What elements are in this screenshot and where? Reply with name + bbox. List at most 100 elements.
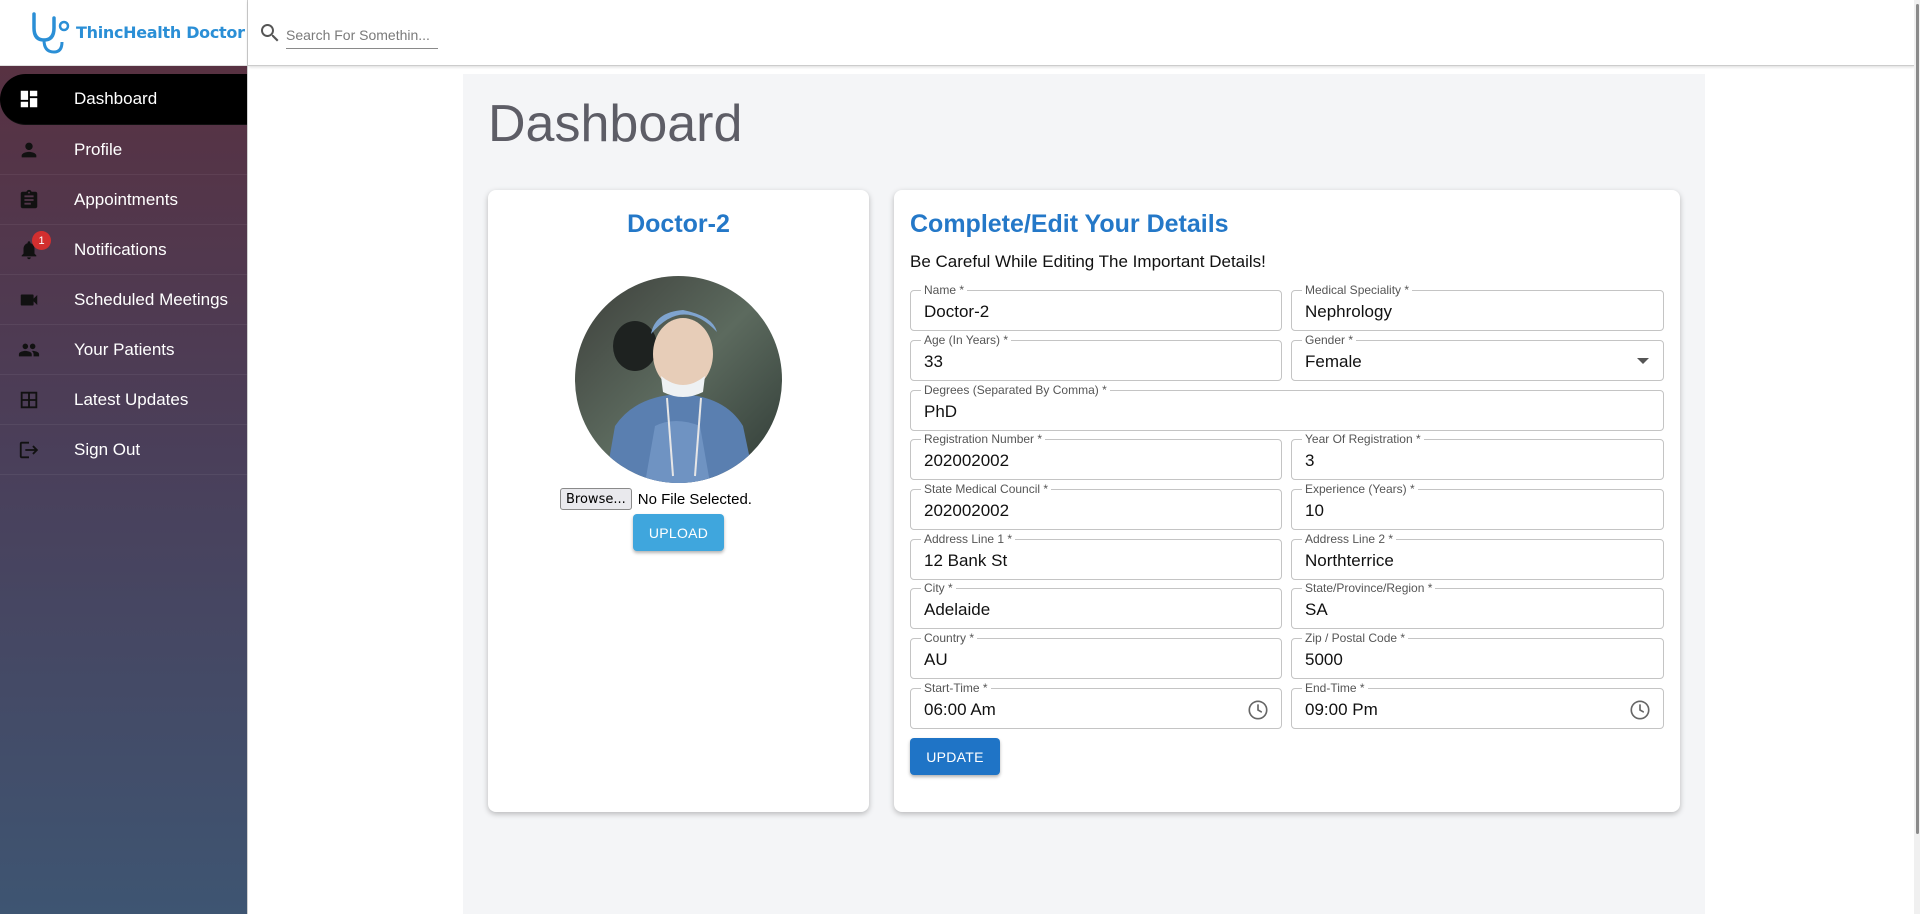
field-value: 10 [1305, 501, 1324, 520]
sidebar-item-sign-out[interactable]: Sign Out [0, 425, 247, 475]
field-value: 202002002 [924, 451, 1010, 470]
medical-speciality-field[interactable]: Medical Speciality * Nephrology [1291, 283, 1664, 331]
details-form-card: Complete/Edit Your Details Be Careful Wh… [894, 190, 1680, 812]
page-title: Dashboard [488, 95, 743, 153]
avatar [575, 276, 782, 483]
field-label: City * [921, 581, 956, 595]
degrees-field[interactable]: Degrees (Separated By Comma) * PhD [910, 383, 1664, 431]
video-camera-icon [18, 289, 40, 311]
field-value: 3 [1305, 451, 1315, 470]
registration-number-field[interactable]: Registration Number * 202002002 [910, 432, 1282, 480]
field-value: 5000 [1305, 650, 1343, 669]
field-value: Female [1305, 352, 1362, 371]
field-value: PhD [924, 402, 958, 421]
state-medical-council-field[interactable]: State Medical Council * 202002002 [910, 482, 1282, 530]
field-label: Country * [921, 631, 978, 645]
field-value: AU [924, 650, 948, 669]
address-line-1-field[interactable]: Address Line 1 * 12 Bank St [910, 532, 1282, 580]
sidebar-item-latest-updates[interactable]: Latest Updates [0, 375, 247, 425]
field-label: Address Line 1 * [921, 532, 1016, 546]
sidebar-item-label: Notifications [74, 239, 167, 259]
field-label: Degrees (Separated By Comma) * [921, 383, 1110, 397]
people-icon [18, 339, 40, 361]
sidebar-item-notifications[interactable]: 1 Notifications [0, 225, 247, 275]
field-value: Northterrice [1305, 551, 1394, 570]
person-icon [18, 139, 40, 161]
search-input[interactable] [286, 22, 438, 49]
dashboard-icon [18, 88, 40, 110]
field-label: Year Of Registration * [1302, 432, 1424, 446]
stethoscope-logo-icon [32, 11, 70, 54]
field-value: SA [1305, 600, 1328, 619]
field-label: Medical Speciality * [1302, 283, 1413, 297]
field-label: Name * [921, 283, 968, 297]
sidebar-item-label: Appointments [74, 189, 178, 209]
field-value: 202002002 [924, 501, 1010, 520]
sidebar-item-label: Dashboard [74, 89, 158, 108]
field-value: 33 [924, 352, 943, 371]
update-button[interactable]: UPDATE [910, 738, 1000, 775]
file-picker: Browse... No File Selected. [560, 488, 752, 510]
top-bar [248, 0, 1915, 66]
registration-year-field[interactable]: Year Of Registration * 3 [1291, 432, 1664, 480]
logout-icon [18, 439, 40, 461]
upload-button[interactable]: UPLOAD [633, 514, 724, 551]
sidebar-item-appointments[interactable]: Appointments [0, 175, 247, 225]
field-label: Registration Number * [921, 432, 1046, 446]
field-value: Doctor-2 [924, 302, 990, 321]
brand-name: ThincHealth Doctor [76, 23, 245, 42]
state-field[interactable]: State/Province/Region * SA [1291, 581, 1664, 629]
name-field[interactable]: Name * Doctor-2 [910, 283, 1282, 331]
gender-select[interactable]: Gender * Female [1291, 333, 1664, 381]
field-label: Gender * [1302, 333, 1357, 347]
dropdown-arrow-icon [1637, 358, 1649, 364]
address-line-2-field[interactable]: Address Line 2 * Northterrice [1291, 532, 1664, 580]
experience-field[interactable]: Experience (Years) * 10 [1291, 482, 1664, 530]
field-label: End-Time * [1302, 681, 1368, 695]
field-value: 09:00 Pm [1305, 700, 1378, 719]
city-field[interactable]: City * Adelaide [910, 581, 1282, 629]
form-subtitle: Be Careful While Editing The Important D… [910, 252, 1266, 271]
browse-button[interactable]: Browse... [560, 488, 632, 510]
sidebar-nav: Dashboard Profile Appointments 1 Notific… [0, 74, 247, 475]
field-value: Adelaide [924, 600, 991, 619]
age-field[interactable]: Age (In Years) * 33 [910, 333, 1282, 381]
sidebar: ThincHealth Doctor Dashboard Profile App… [0, 0, 248, 914]
notification-badge: 1 [32, 231, 51, 250]
doctor-name: Doctor-2 [627, 210, 730, 238]
field-label: State/Province/Region * [1302, 581, 1436, 595]
sidebar-item-scheduled-meetings[interactable]: Scheduled Meetings [0, 275, 247, 325]
table-icon [18, 389, 40, 411]
sidebar-item-your-patients[interactable]: Your Patients [0, 325, 247, 375]
field-value: 06:00 Am [924, 700, 996, 719]
logo[interactable]: ThincHealth Doctor [0, 0, 247, 66]
sidebar-item-label: Latest Updates [74, 389, 189, 409]
sidebar-item-dashboard[interactable]: Dashboard [0, 74, 247, 125]
field-label: Zip / Postal Code * [1302, 631, 1409, 645]
form-title: Complete/Edit Your Details [910, 210, 1229, 238]
field-label: Address Line 2 * [1302, 532, 1397, 546]
file-status: No File Selected. [637, 490, 752, 508]
sidebar-item-label: Scheduled Meetings [74, 289, 229, 309]
field-label: Start-Time * [921, 681, 991, 695]
field-label: Experience (Years) * [1302, 482, 1418, 496]
main-content: Dashboard Doctor-2 Browse... No File Sel… [463, 74, 1705, 914]
zip-code-field[interactable]: Zip / Postal Code * 5000 [1291, 631, 1664, 679]
sidebar-item-label: Your Patients [74, 339, 175, 359]
end-time-field[interactable]: End-Time * 09:00 Pm [1291, 681, 1664, 729]
clock-icon[interactable] [1247, 699, 1269, 721]
sidebar-item-label: Profile [74, 139, 123, 159]
field-value: 12 Bank St [924, 551, 1008, 570]
scrollbar[interactable] [1914, 0, 1920, 914]
scrollbar-thumb[interactable] [1916, 4, 1919, 834]
sidebar-item-label: Sign Out [74, 439, 141, 459]
country-field[interactable]: Country * AU [910, 631, 1282, 679]
search-icon [261, 23, 279, 41]
field-value: Nephrology [1305, 302, 1392, 321]
field-label: State Medical Council * [921, 482, 1052, 496]
sidebar-item-profile[interactable]: Profile [0, 125, 247, 175]
start-time-field[interactable]: Start-Time * 06:00 Am [910, 681, 1282, 729]
clock-icon[interactable] [1629, 699, 1651, 721]
clipboard-icon [18, 189, 40, 211]
field-label: Age (In Years) * [921, 333, 1012, 347]
